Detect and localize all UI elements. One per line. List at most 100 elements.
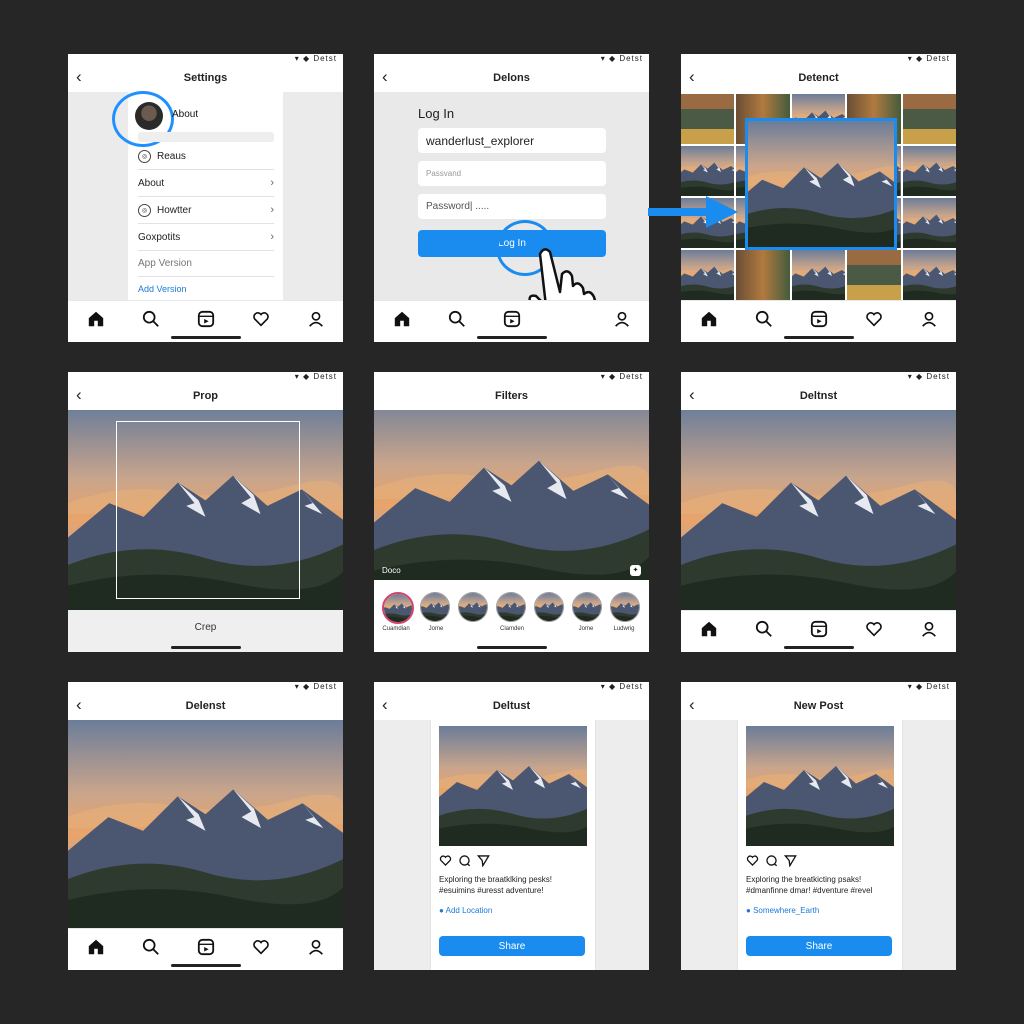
profile-icon[interactable] [918, 308, 940, 330]
search-icon[interactable] [753, 308, 775, 330]
settings-row-goxpotits[interactable]: Goxpotits › [138, 224, 274, 251]
chevron-right-icon: › [270, 177, 274, 189]
grid-photo[interactable] [902, 94, 956, 144]
filter-thumb[interactable] [572, 592, 602, 622]
password-placeholder-field[interactable]: Passvand [418, 161, 606, 186]
search-bar[interactable] [138, 132, 274, 142]
nav-bar: Filters [374, 382, 649, 410]
grid-photo[interactable] [791, 250, 846, 300]
filters-screen: ▾ ◆ Detst Filters Doco ✦ Cuamdian Jome C… [374, 372, 649, 652]
grid-photo[interactable] [902, 250, 956, 300]
send-icon[interactable] [783, 854, 797, 872]
grid-photo[interactable] [902, 198, 956, 248]
reels-icon[interactable] [195, 308, 217, 330]
profile-icon[interactable] [918, 618, 940, 640]
filter-thumb[interactable] [496, 592, 526, 622]
comment-icon[interactable] [458, 854, 471, 872]
home-indicator [476, 336, 547, 339]
back-icon[interactable]: ‹ [76, 695, 82, 715]
post-photo [746, 726, 894, 846]
grid-photo[interactable] [681, 250, 735, 300]
reels-icon[interactable] [501, 308, 523, 330]
share-button[interactable]: Share [439, 936, 585, 956]
reels-icon[interactable] [808, 308, 830, 330]
location-row[interactable]: ● Somewhere_Earth [746, 906, 819, 915]
filter-label: Jome [578, 626, 594, 632]
page-title: Filters [494, 390, 528, 402]
back-icon[interactable]: ‹ [76, 385, 82, 405]
heart-icon[interactable] [250, 936, 272, 958]
back-icon[interactable]: ‹ [689, 67, 695, 87]
grid-photo[interactable] [736, 250, 790, 300]
home-icon[interactable] [698, 618, 720, 640]
filter-thumb[interactable] [534, 592, 564, 622]
filter-thumb[interactable] [458, 592, 488, 622]
heart-icon[interactable] [250, 308, 272, 330]
grid-photo[interactable] [902, 146, 956, 196]
status-bar: ▾ ◆ Detst [907, 682, 950, 691]
home-icon[interactable] [85, 936, 107, 958]
arrow-right-icon [648, 196, 738, 228]
back-icon[interactable]: ‹ [689, 385, 695, 405]
filter-thumb[interactable] [420, 592, 450, 622]
adjust-icon[interactable]: ✦ [630, 565, 641, 576]
heart-icon[interactable] [863, 308, 885, 330]
status-bar: ▾ ◆ Detst [294, 682, 337, 691]
post-photo [439, 726, 587, 846]
status-bar: ▾ ◆ Detst [600, 372, 643, 381]
settings-row-reaus[interactable]: ◎ Reaus [138, 143, 274, 170]
settings-row-howtter[interactable]: ◎ Howtter › [138, 197, 274, 224]
profile-icon[interactable] [305, 308, 327, 330]
post-caption[interactable]: Exploring the braatklking pesks! #esuimi… [439, 874, 589, 896]
search-icon[interactable] [753, 618, 775, 640]
grid-photo[interactable] [847, 250, 901, 300]
chevron-right-icon: › [270, 204, 274, 216]
page-title: New Post [793, 700, 844, 712]
filter-thumb[interactable] [382, 592, 414, 624]
search-icon[interactable] [140, 936, 162, 958]
home-indicator [170, 964, 241, 967]
heart-icon[interactable] [863, 618, 885, 640]
profile-icon[interactable] [305, 936, 327, 958]
crop-button[interactable]: Crep [68, 622, 343, 633]
comment-icon[interactable] [765, 854, 778, 872]
crop-frame[interactable] [116, 421, 300, 599]
home-icon[interactable] [85, 308, 107, 330]
username-field[interactable]: wanderlust_explorer [418, 128, 606, 153]
nav-bar: ‹ Settings [68, 64, 343, 92]
grid-photo[interactable] [681, 94, 735, 144]
page-title: Prop [192, 390, 219, 402]
page-title: Deltnst [799, 390, 838, 402]
back-icon[interactable]: ‹ [382, 695, 388, 715]
home-indicator [476, 646, 547, 649]
reels-icon[interactable] [195, 936, 217, 958]
filter-thumb[interactable] [610, 592, 640, 622]
home-icon[interactable] [698, 308, 720, 330]
settings-row-about[interactable]: About › [138, 170, 274, 197]
post-card: Exploring the breatkicting psaks! #dmanf… [737, 720, 903, 970]
search-icon[interactable] [446, 308, 468, 330]
share-button[interactable]: Share [746, 936, 892, 956]
grid-photo[interactable] [681, 146, 735, 196]
password-field[interactable]: Password| ..... [418, 194, 606, 219]
back-icon[interactable]: ‹ [689, 695, 695, 715]
crop-screen: ▾ ◆ Detst ‹ Prop Crep [68, 372, 343, 652]
heart-icon[interactable] [439, 854, 452, 872]
profile-icon[interactable] [611, 308, 633, 330]
filter-label: Cuamdian [382, 626, 410, 632]
heart-icon[interactable] [746, 854, 759, 872]
search-icon[interactable] [140, 308, 162, 330]
home-indicator [783, 336, 854, 339]
page-title: Delenst [185, 700, 226, 712]
reels-icon[interactable] [808, 618, 830, 640]
home-icon[interactable] [391, 308, 413, 330]
selected-photo[interactable] [745, 118, 897, 250]
back-icon[interactable]: ‹ [76, 67, 82, 87]
location-row[interactable]: ● Add Location [439, 906, 492, 915]
filter-strip: Cuamdian Jome Clamden Jome Ludwrig [374, 580, 649, 640]
back-icon[interactable]: ‹ [382, 67, 388, 87]
post-caption[interactable]: Exploring the breatkicting psaks! #dmanf… [746, 874, 896, 896]
send-icon[interactable] [476, 854, 490, 872]
filter-label: Clamden [499, 626, 524, 632]
settings-row-add-version[interactable]: Add Version [138, 276, 274, 302]
